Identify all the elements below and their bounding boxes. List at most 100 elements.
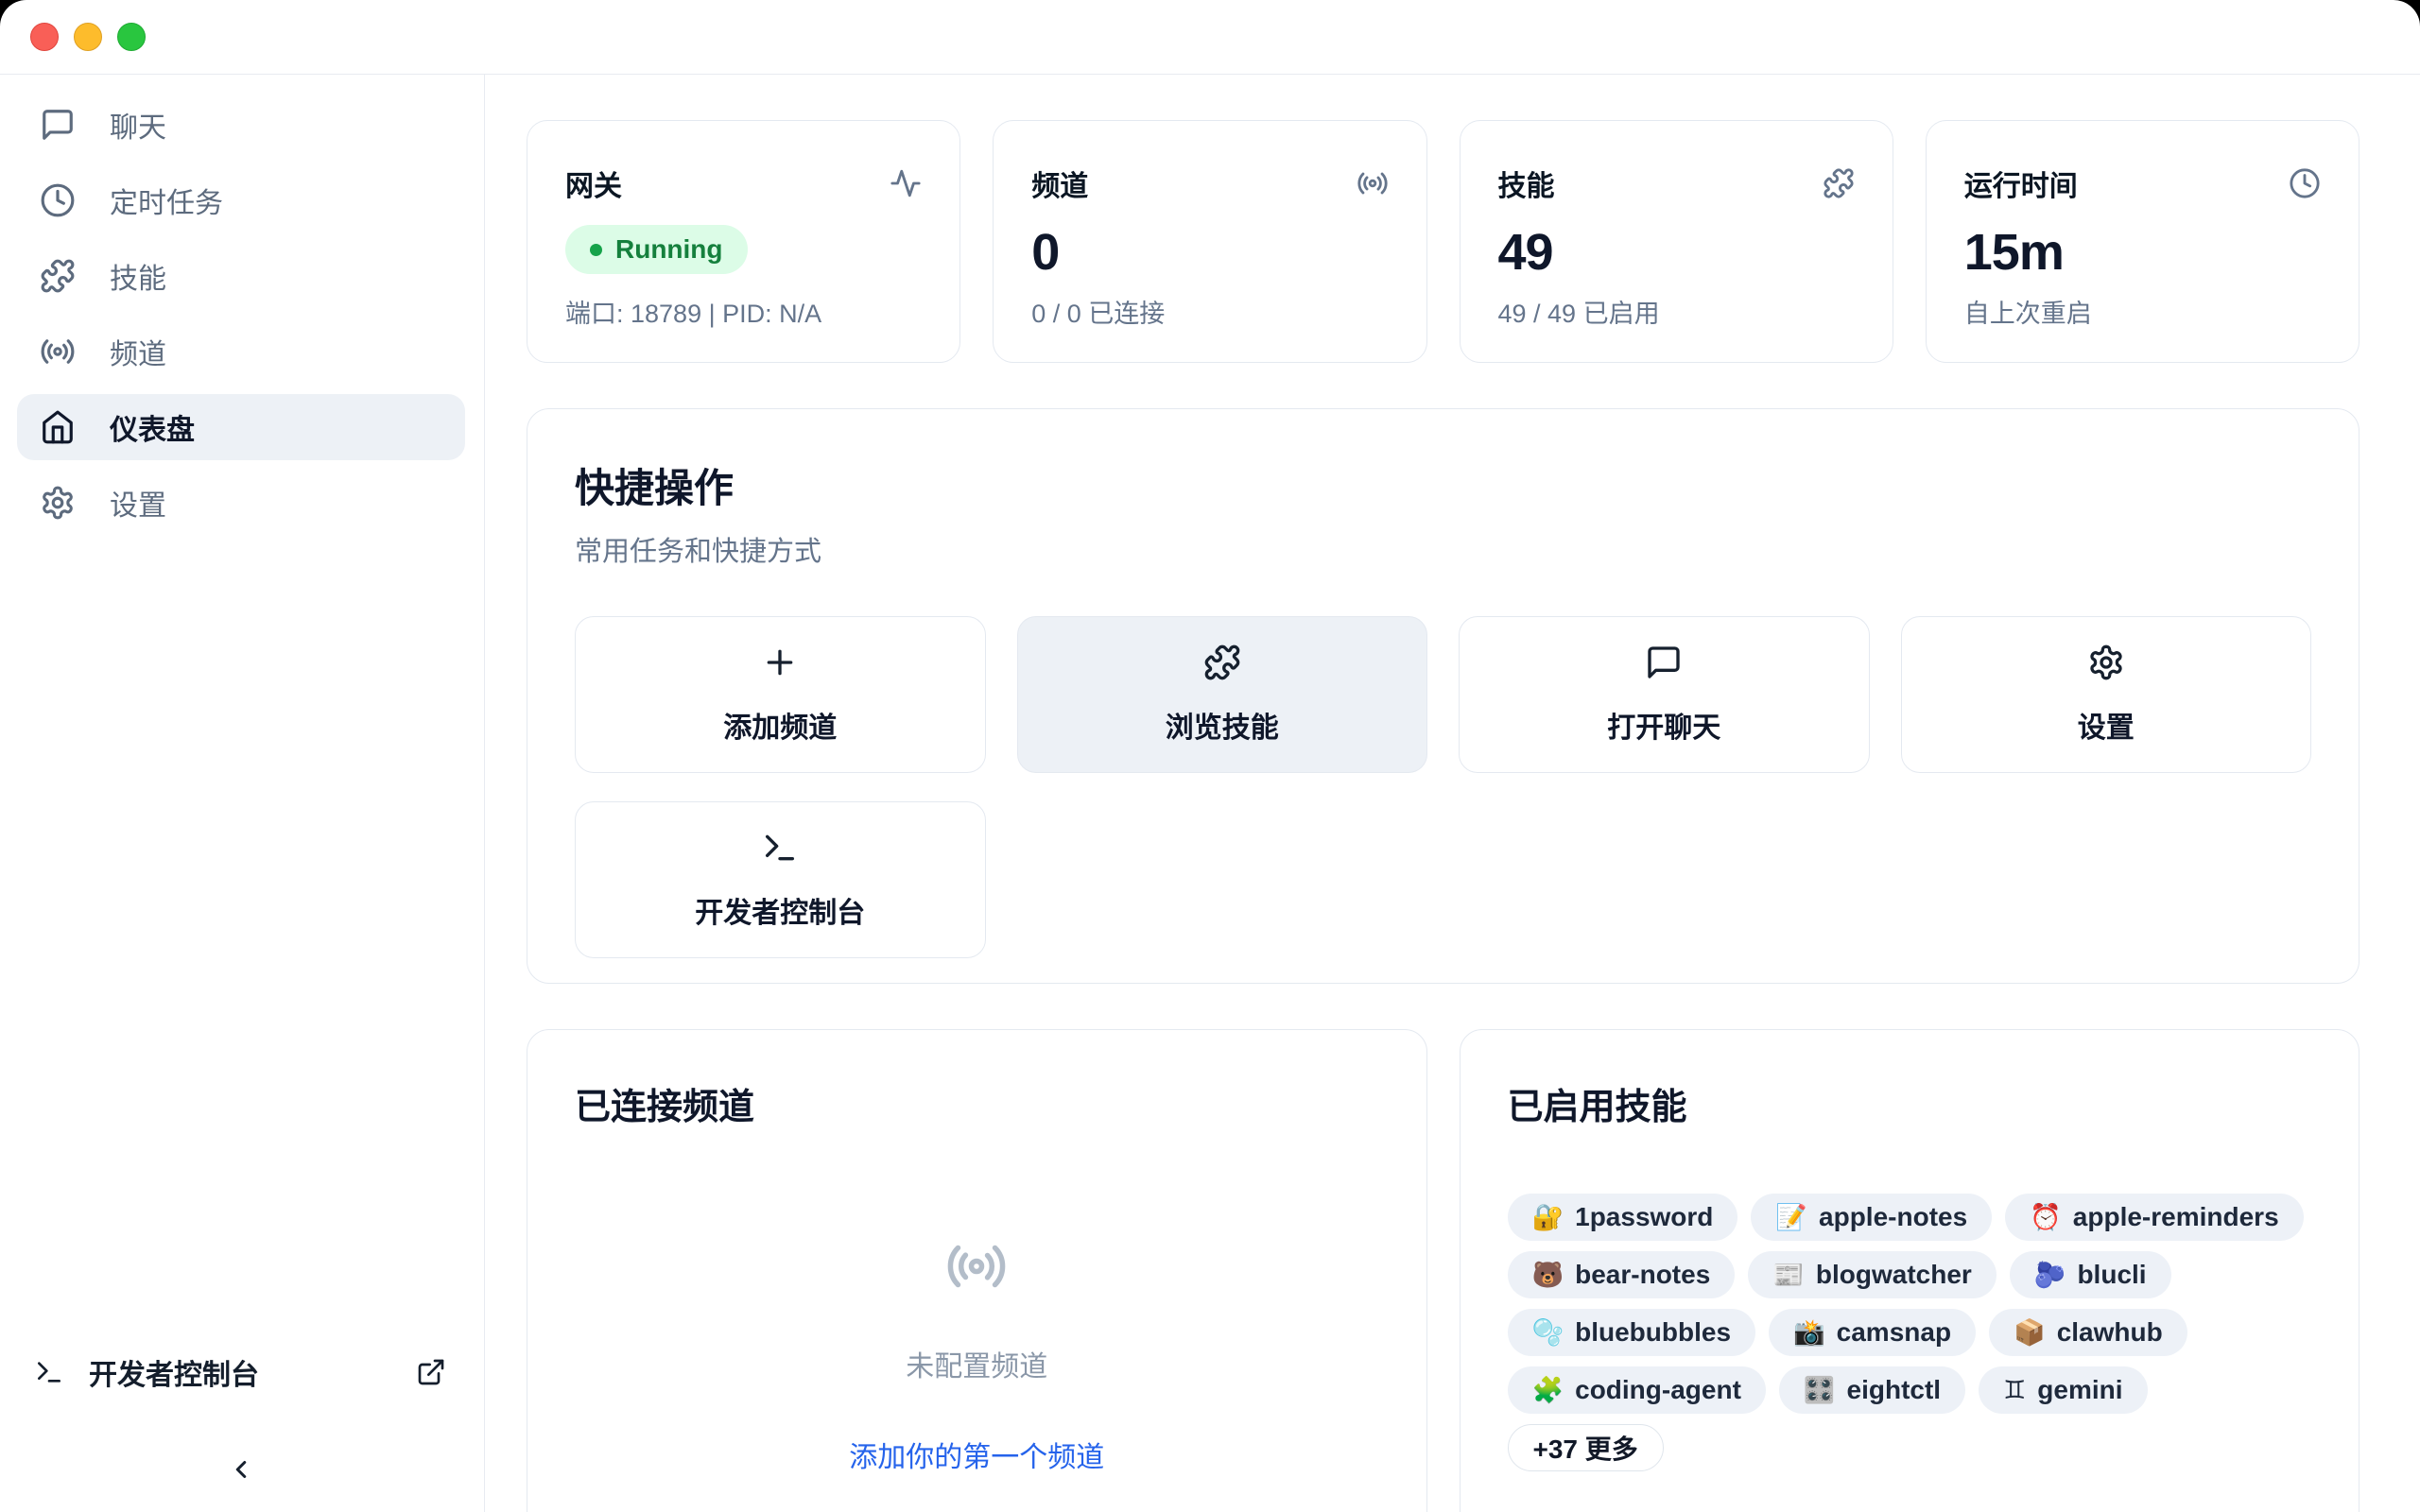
stat-value: 0 [1031,223,1388,282]
quick-action-button[interactable]: 设置 [1901,616,2312,773]
status-dot-icon [590,244,602,256]
bottom-row: 已连接频道 未配置频道 添加你的第一个频道 已启用技能 🔐 1password [527,1029,2360,1512]
skill-chip[interactable]: 🐻 bear-notes [1508,1251,1736,1298]
skill-chip[interactable]: ⏰ apple-reminders [2005,1194,2303,1241]
skill-name: bluebubbles [1575,1317,1731,1348]
skill-name: gemini [2037,1375,2122,1405]
dev-console-label: 开发者控制台 [89,1351,259,1393]
sidebar-item[interactable]: 仪表盘 [17,394,465,460]
stat-card-channels: 频道 0 0 / 0 已连接 [993,120,1426,363]
clock-icon [2289,167,2321,199]
status-badge: Running [565,225,748,274]
skill-name: eightctl [1847,1375,1942,1405]
sidebar-item-label: 频道 [110,331,166,372]
skill-chip[interactable]: 📝 apple-notes [1751,1194,1992,1241]
quick-action-label: 打开聊天 [1607,704,1720,746]
quick-action-label: 添加频道 [723,704,837,746]
sidebar-footer: 开发者控制台 [17,1351,465,1501]
quick-action-button[interactable]: 添加频道 [575,616,986,773]
quick-action-label: 设置 [2078,704,2135,746]
enabled-skills-card: 已启用技能 🔐 1password 📝 apple-notes [1460,1029,2360,1512]
skill-emoji-icon: 📸 [1793,1317,1825,1348]
sidebar-item[interactable]: 设置 [17,470,465,536]
close-button[interactable] [30,23,59,51]
skill-chip[interactable]: 🎛️ eightctl [1779,1366,1965,1414]
sidebar-item-icon [40,485,76,521]
enabled-skills-title: 已启用技能 [1508,1077,2312,1129]
sidebar-item-icon [40,258,76,294]
quick-actions-card: 快捷操作 常用任务和快捷方式 添加频道 浏览技能 [527,408,2360,984]
skill-chip[interactable]: 🔐 1password [1508,1194,1738,1241]
quick-action-button[interactable]: 打开聊天 [1459,616,1870,773]
skill-chip[interactable]: 📦 clawhub [1989,1309,2187,1356]
quick-action-button[interactable]: 浏览技能 [1017,616,1428,773]
sidebar-nav: 聊天 定时任务 技能 频道 [17,92,465,545]
stat-value: 49 [1498,223,1855,282]
titlebar [0,0,2420,75]
connected-channels-card: 已连接频道 未配置频道 添加你的第一个频道 [527,1029,1427,1512]
skill-name: apple-notes [1819,1202,1967,1232]
skill-chip[interactable]: 📰 blogwatcher [1748,1251,1996,1298]
skill-emoji-icon: 📰 [1772,1260,1805,1290]
stat-detail: 49 / 49 已启用 [1498,293,1855,330]
activity-icon [890,167,922,199]
add-first-channel-link[interactable]: 添加你的第一个频道 [849,1434,1104,1475]
sidebar-item-icon [40,409,76,445]
skill-chip[interactable]: 📸 camsnap [1769,1309,1976,1356]
skills-chip-list: 🔐 1password 📝 apple-notes ⏰ appl [1508,1194,2312,1471]
collapse-sidebar-button[interactable] [17,1455,465,1484]
skill-chip[interactable]: ♊ gemini [1979,1366,2147,1414]
skill-emoji-icon: 📦 [2014,1317,2046,1348]
quick-action-icon [2087,644,2125,681]
skill-emoji-icon: 📝 [1775,1202,1807,1232]
quick-action-button[interactable]: 开发者控制台 [575,801,986,958]
sidebar-item-icon [40,182,76,218]
stat-title: 运行时间 [1964,163,2078,204]
quick-action-icon [1203,644,1241,681]
main-content: 网关 Running 端口: 18789 | PID: N/A 频道 0 [485,75,2420,1512]
skill-name: 1password [1575,1202,1713,1232]
terminal-icon [34,1357,64,1387]
stat-title: 技能 [1498,163,1555,204]
stat-card-gateway: 网关 Running 端口: 18789 | PID: N/A [527,120,960,363]
quick-action-icon [1645,644,1683,681]
sidebar-item[interactable]: 定时任务 [17,167,465,233]
sidebar-item-icon [40,107,76,143]
sidebar-item-label: 设置 [110,482,166,524]
sidebar-item[interactable]: 频道 [17,318,465,385]
puzzle-icon [1823,167,1855,199]
dev-console-row[interactable]: 开发者控制台 [17,1351,465,1393]
quick-actions-title: 快捷操作 [575,456,2311,514]
quick-action-icon [761,829,799,867]
skill-emoji-icon: 🎛️ [1804,1375,1836,1405]
stat-detail: 自上次重启 [1964,293,2321,330]
connected-channels-title: 已连接频道 [575,1077,1379,1129]
sidebar-item[interactable]: 聊天 [17,92,465,158]
skill-chip[interactable]: 🧩 coding-agent [1508,1366,1766,1414]
stats-row: 网关 Running 端口: 18789 | PID: N/A 频道 0 [527,120,2360,363]
skill-name: camsnap [1837,1317,1951,1348]
skill-emoji-icon: 🫧 [1532,1317,1564,1348]
zoom-button[interactable] [117,23,146,51]
skill-name: blucli [2077,1260,2146,1290]
skill-name: clawhub [2057,1317,2163,1348]
stat-detail: 端口: 18789 | PID: N/A [565,293,922,330]
sidebar-item[interactable]: 技能 [17,243,465,309]
minimize-button[interactable] [74,23,102,51]
skill-chip[interactable]: 🫐 blucli [2010,1251,2171,1298]
skill-emoji-icon: 🐻 [1532,1260,1564,1290]
external-link-icon[interactable] [416,1357,446,1387]
sidebar-item-icon [40,334,76,369]
sidebar-item-label: 聊天 [110,104,166,146]
quick-actions-grid: 添加频道 浏览技能 打开聊天 [575,616,2311,958]
more-skills-chip[interactable]: +37 更多 [1508,1424,1664,1471]
channels-empty-text: 未配置频道 [906,1343,1047,1384]
skill-emoji-icon: ♊ [2003,1376,2026,1405]
stat-title: 频道 [1031,163,1088,204]
sidebar: 聊天 定时任务 技能 频道 [0,75,485,1512]
quick-action-icon [761,644,799,681]
skill-chip[interactable]: 🫧 bluebubbles [1508,1309,1756,1356]
stat-value: 15m [1964,223,2321,282]
skill-name: apple-reminders [2073,1202,2279,1232]
quick-action-label: 浏览技能 [1166,704,1279,746]
